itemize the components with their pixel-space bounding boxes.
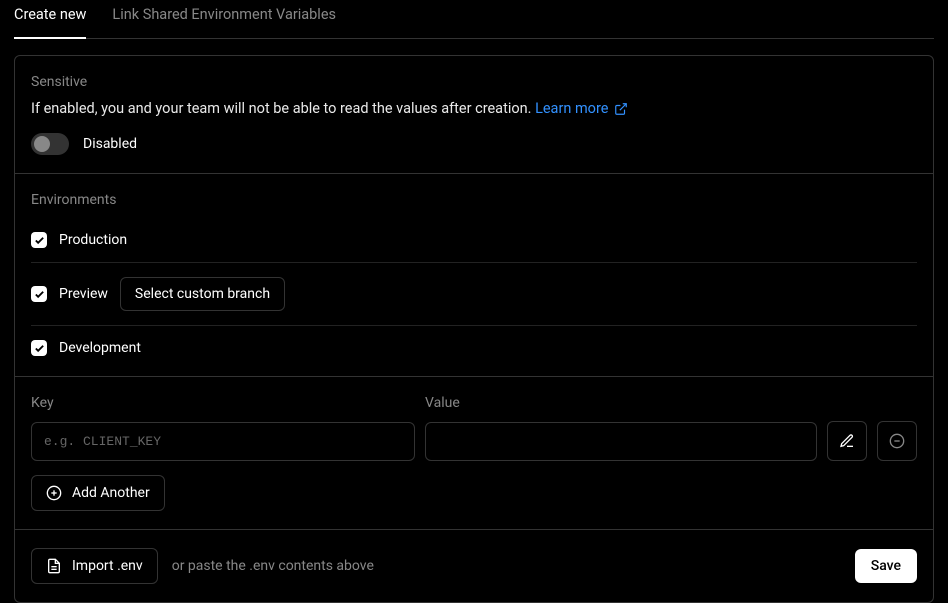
- env-label-production: Production: [59, 232, 127, 248]
- minus-circle-icon: [889, 433, 905, 449]
- save-button[interactable]: Save: [855, 549, 917, 583]
- edit-value-button[interactable]: [827, 421, 867, 461]
- value-column-label: Value: [425, 395, 917, 411]
- edit-icon: [839, 433, 855, 449]
- check-icon: [34, 289, 45, 300]
- key-column-label: Key: [31, 395, 415, 411]
- checkbox-development[interactable]: [31, 340, 47, 356]
- import-env-button[interactable]: Import .env: [31, 548, 158, 584]
- add-another-button[interactable]: Add Another: [31, 475, 165, 511]
- sensitive-toggle[interactable]: [31, 133, 69, 155]
- select-custom-branch-button[interactable]: Select custom branch: [120, 277, 285, 311]
- plus-circle-icon: [46, 485, 62, 501]
- environments-section: Environments Production Preview Select c…: [15, 173, 933, 376]
- env-label-development: Development: [59, 340, 141, 356]
- learn-more-link[interactable]: Learn more: [535, 100, 628, 117]
- env-item-production: Production: [31, 218, 917, 262]
- key-input[interactable]: [31, 422, 415, 461]
- add-another-label: Add Another: [72, 485, 150, 501]
- external-link-icon: [614, 102, 628, 116]
- footer-hint: or paste the .env contents above: [172, 558, 374, 574]
- checkbox-preview[interactable]: [31, 286, 47, 302]
- kv-row: [31, 421, 917, 461]
- toggle-knob: [34, 136, 50, 152]
- sensitive-description: If enabled, you and your team will not b…: [31, 100, 917, 117]
- sensitive-state: Disabled: [83, 136, 137, 152]
- env-item-preview: Preview Select custom branch: [31, 262, 917, 325]
- checkbox-production[interactable]: [31, 232, 47, 248]
- tab-create-new[interactable]: Create new: [14, 6, 86, 39]
- sensitive-label: Sensitive: [31, 74, 917, 90]
- env-item-development: Development: [31, 325, 917, 358]
- tabs: Create new Link Shared Environment Varia…: [14, 0, 934, 39]
- env-label-preview: Preview: [59, 286, 108, 302]
- environments-label: Environments: [31, 192, 917, 208]
- sensitive-description-text: If enabled, you and your team will not b…: [31, 100, 531, 117]
- import-env-label: Import .env: [72, 558, 143, 574]
- learn-more-text: Learn more: [535, 100, 608, 117]
- sensitive-section: Sensitive If enabled, you and your team …: [15, 56, 933, 173]
- value-input[interactable]: [425, 422, 817, 461]
- check-icon: [34, 343, 45, 354]
- kv-section: Key Value: [15, 376, 933, 529]
- env-vars-panel: Sensitive If enabled, you and your team …: [14, 55, 934, 603]
- file-icon: [46, 558, 62, 574]
- check-icon: [34, 235, 45, 246]
- tab-link-shared[interactable]: Link Shared Environment Variables: [112, 6, 336, 38]
- panel-footer: Import .env or paste the .env contents a…: [15, 529, 933, 602]
- remove-row-button[interactable]: [877, 421, 917, 461]
